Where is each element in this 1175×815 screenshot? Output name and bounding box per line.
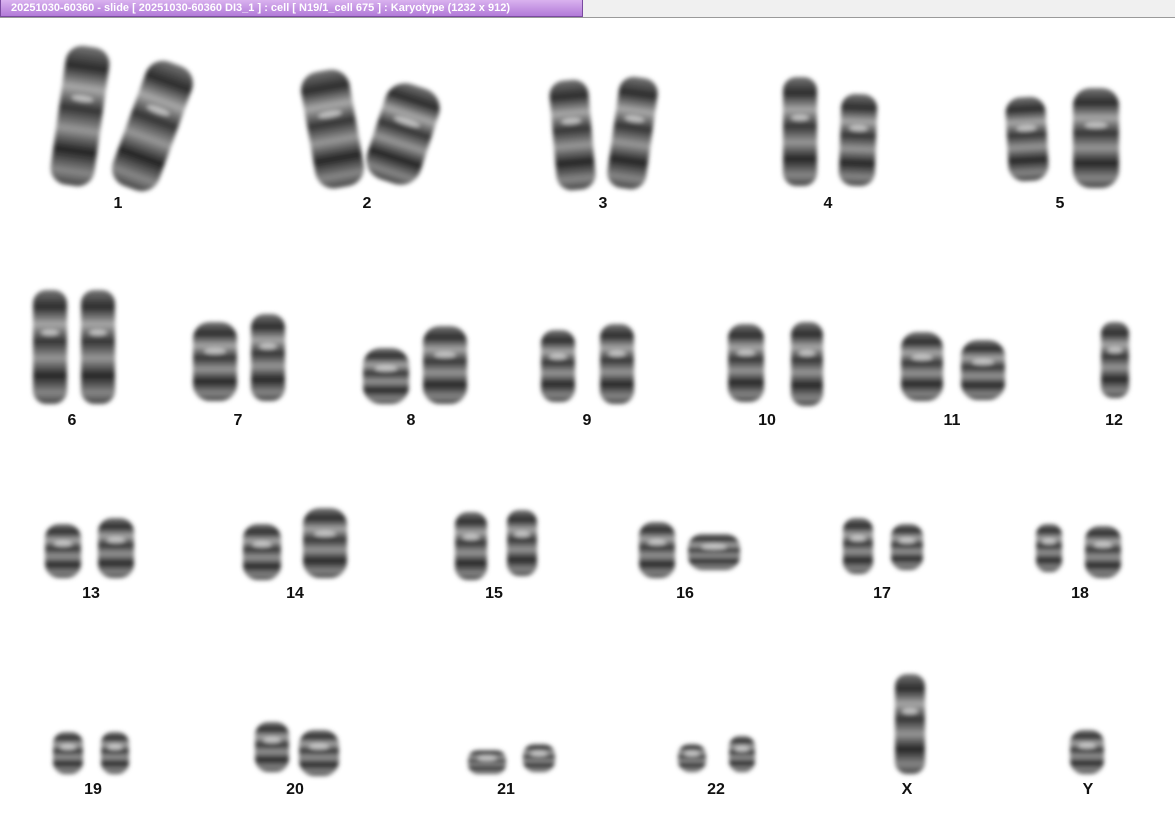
chromosome-13-b[interactable] <box>95 515 137 581</box>
chromosome-label-4: 4 <box>823 195 833 212</box>
chromosome-21-b[interactable] <box>520 741 558 775</box>
chromosome-label-9: 9 <box>582 412 592 429</box>
window-title-tab[interactable]: 20251030-60360 - slide [ 20251030-60360 … <box>0 0 583 17</box>
chromosome-11-b[interactable] <box>958 337 1008 403</box>
chromosome-9-b[interactable] <box>597 321 637 407</box>
chromosome-label-13: 13 <box>82 585 100 602</box>
chromosome-label-5: 5 <box>1055 195 1065 212</box>
chromosome-20-b[interactable] <box>296 727 342 779</box>
chromosome-19-a[interactable] <box>50 729 86 777</box>
chromosome-7-a[interactable] <box>190 319 240 404</box>
chromosome-label-6: 6 <box>67 412 77 429</box>
chromosome-label-Y: Y <box>1082 781 1094 798</box>
chromosome-3-b[interactable] <box>602 71 663 194</box>
chromosome-14-b[interactable] <box>300 505 350 581</box>
chromosome-6-b[interactable] <box>78 287 118 407</box>
chromosome-8-b[interactable] <box>420 323 470 407</box>
chromosome-label-2: 2 <box>362 195 372 212</box>
chromosome-7-b[interactable] <box>248 311 288 404</box>
chromosome-5-b[interactable] <box>1070 85 1122 191</box>
chromosome-6-a[interactable] <box>30 287 70 407</box>
chromosome-label-22: 22 <box>707 781 725 798</box>
chromosome-1-a[interactable] <box>45 40 115 192</box>
chromosome-5-a[interactable] <box>1002 93 1053 185</box>
chromosome-17-b[interactable] <box>888 521 926 573</box>
chromosome-label-20: 20 <box>286 781 304 798</box>
chromosome-label-10: 10 <box>758 412 776 429</box>
chromosome-label-X: X <box>901 781 913 798</box>
chromosome-4-b[interactable] <box>835 90 880 189</box>
chromosome-13-a[interactable] <box>42 521 84 581</box>
chromosome-2-b[interactable] <box>357 74 449 194</box>
chromosome-22-b[interactable] <box>726 733 758 775</box>
chromosome-label-15: 15 <box>485 585 503 602</box>
chromosome-10-b[interactable] <box>788 319 826 409</box>
chromosome-X-a[interactable] <box>892 671 928 777</box>
chromosome-label-16: 16 <box>676 585 694 602</box>
chromosome-21-a[interactable] <box>465 747 509 777</box>
chromosome-15-a[interactable] <box>452 509 490 583</box>
chromosome-label-11: 11 <box>943 412 961 429</box>
chromosome-4-a[interactable] <box>780 74 820 189</box>
chromosome-18-a[interactable] <box>1033 521 1065 575</box>
chromosome-8-a[interactable] <box>360 345 412 407</box>
chromosome-11-a[interactable] <box>898 329 946 404</box>
chromosome-label-18: 18 <box>1071 585 1089 602</box>
chromosome-15-b[interactable] <box>504 507 540 579</box>
chromosome-14-a[interactable] <box>240 521 284 583</box>
chromosome-label-21: 21 <box>497 781 515 798</box>
chromosome-10-a[interactable] <box>725 321 767 405</box>
chromosome-label-19: 19 <box>84 781 102 798</box>
chromosome-1-b[interactable] <box>103 52 202 200</box>
chromosome-label-14: 14 <box>286 585 304 602</box>
chromosome-label-1: 1 <box>113 195 123 212</box>
karyotype-canvas: 1 2 3 4 5 6 7 8 9 10 11 12 13 14 15 16 17 18 19 20 21 22 X Y <box>0 19 1175 815</box>
chromosome-3-a[interactable] <box>545 75 600 194</box>
chromosome-22-a[interactable] <box>675 741 709 775</box>
chromosome-label-17: 17 <box>873 585 891 602</box>
chromosome-19-b[interactable] <box>98 729 132 777</box>
chromosome-label-3: 3 <box>598 195 608 212</box>
chromosome-18-b[interactable] <box>1082 523 1124 581</box>
chromosome-16-b[interactable] <box>685 531 743 573</box>
chromosome-9-a[interactable] <box>538 327 578 405</box>
window-titlebar: 20251030-60360 - slide [ 20251030-60360 … <box>0 0 1175 18</box>
chromosome-17-a[interactable] <box>840 515 876 577</box>
chromosome-label-7: 7 <box>233 412 243 429</box>
chromosome-12-a[interactable] <box>1098 319 1132 401</box>
chromosome-label-12: 12 <box>1105 412 1123 429</box>
chromosome-label-8: 8 <box>406 412 416 429</box>
chromosome-Y-a[interactable] <box>1067 727 1107 777</box>
chromosome-20-a[interactable] <box>252 719 292 775</box>
chromosome-16-a[interactable] <box>636 519 678 581</box>
